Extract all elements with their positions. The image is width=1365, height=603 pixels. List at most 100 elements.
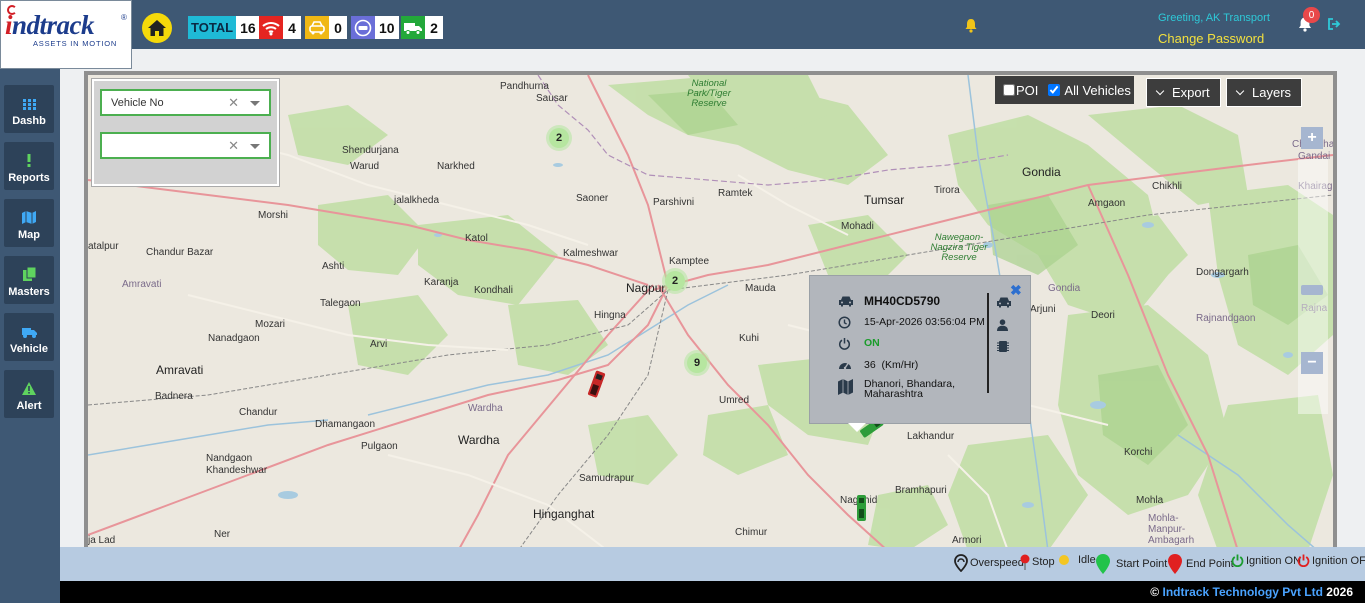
warning-icon xyxy=(22,382,36,395)
map-label-ramtek: Ramtek xyxy=(718,188,753,199)
map-label-bramhapuri: Bramhapuri xyxy=(895,485,947,496)
sidebar-item-dashboard[interactable]: Dashb xyxy=(4,85,54,133)
legend-overspeed-label: Overspeed xyxy=(970,557,1024,569)
logo-text: indtrack xyxy=(5,10,95,40)
map-label-mozari: Mozari xyxy=(255,319,286,330)
popup-speed: 36 (Km/Hr) xyxy=(864,359,918,371)
sidebar-item-masters[interactable]: Masters xyxy=(4,256,54,304)
clear-icon[interactable]: ✕ xyxy=(228,95,239,111)
change-password-link[interactable]: Change Password xyxy=(1158,31,1264,46)
map-label-korchi: Korchi xyxy=(1124,447,1153,458)
map-label-tirora: Tirora xyxy=(934,185,960,196)
notification-badge: 0 xyxy=(1303,7,1320,23)
map-label-arvi: Arvi xyxy=(370,339,388,350)
sidebar-item-label: Reports xyxy=(8,172,50,184)
stat-no-data[interactable]: 10 xyxy=(351,16,399,39)
taxi-icon xyxy=(305,16,329,39)
zoom-in-button[interactable]: + xyxy=(1301,127,1323,149)
legend-stop-label: Stop xyxy=(1032,556,1055,568)
map-label-katol: Katol xyxy=(465,233,488,244)
clear-icon[interactable]: ✕ xyxy=(228,138,239,154)
speedometer-icon xyxy=(839,363,851,370)
map-label-wardha-district: Wardha xyxy=(468,403,503,414)
all-vehicles-checkbox[interactable] xyxy=(1048,84,1061,96)
secondary-select[interactable]: ✕ xyxy=(100,132,271,159)
zoom-slider-handle[interactable] xyxy=(1301,285,1323,295)
popup-vehicle-detail-icon[interactable] xyxy=(996,296,1012,311)
layers-button[interactable]: Layers xyxy=(1226,78,1303,107)
map-toggle-box: POI All Vehicles xyxy=(995,76,1134,104)
map-label-nanadgaon: Nanadgaon xyxy=(208,333,260,344)
home-icon xyxy=(148,20,166,36)
map-container[interactable]: Pandhurna Sausar National Park/Tiger Res… xyxy=(84,71,1337,547)
legend-ignition-off-label: Ignition OFF xyxy=(1312,554,1365,567)
popup-ignition-status: ON xyxy=(864,337,880,349)
legend-idle: Idle xyxy=(1058,554,1096,566)
bell-icon[interactable] xyxy=(964,18,978,36)
poi-checkbox[interactable] xyxy=(1003,84,1015,96)
chevron-down-icon xyxy=(1235,86,1245,95)
map-label-gondia-district: Gondia xyxy=(1048,283,1081,294)
map-label-gondia: Gondia xyxy=(1022,165,1061,179)
map-label-mohla: Mohla xyxy=(1136,495,1164,506)
map-label-saoner: Saoner xyxy=(576,193,609,204)
logo-tagline: ASSETS IN MOTION xyxy=(33,39,118,48)
legend-ignition-on-label: Ignition ON xyxy=(1246,554,1302,567)
map-label-karanja: Karanja xyxy=(424,277,459,288)
chevron-down-icon[interactable] xyxy=(250,144,260,149)
stat-stopped[interactable]: 2 xyxy=(401,16,443,39)
sidebar-item-reports[interactable]: Reports xyxy=(4,142,54,190)
footer-year: 2026 xyxy=(1326,585,1353,599)
sidebar-item-vehicle[interactable]: Vehicle xyxy=(4,313,54,361)
map-label-chandur-bazar: Chandur Bazar xyxy=(146,247,214,258)
logout-icon[interactable] xyxy=(1327,17,1341,34)
chevron-down-icon[interactable] xyxy=(250,101,260,106)
power-on-icon xyxy=(1231,554,1244,567)
cluster-marker[interactable]: 2 xyxy=(665,271,685,291)
map-label-samudrapur: Samudrapur xyxy=(579,473,635,484)
map-icon xyxy=(838,379,853,395)
footer-company-link[interactable]: Indtrack Technology Pvt Ltd xyxy=(1162,585,1322,599)
popup-vehicle-no: MH40CD5790 xyxy=(864,294,941,308)
map-label-achalpur: atalpur xyxy=(88,241,119,252)
legend-end-point-label: End Point xyxy=(1186,558,1234,570)
stat-moving[interactable]: 4 xyxy=(259,16,301,39)
map-label-deori: Deori xyxy=(1091,310,1115,321)
cluster-marker[interactable]: 2 xyxy=(549,128,569,148)
sidebar-item-alert[interactable]: Alert xyxy=(4,370,54,418)
map-label-badnera: Badnera xyxy=(155,391,193,402)
poi-label: POI xyxy=(1016,82,1039,98)
brand-logo[interactable]: indtrack ® ASSETS IN MOTION xyxy=(0,0,132,69)
overspeed-icon xyxy=(954,554,968,572)
map-label-kalmeshwar: Kalmeshwar xyxy=(563,248,619,259)
chip-icon xyxy=(997,341,1009,352)
map-label-umred: Umred xyxy=(719,395,750,406)
vehicle-no-select[interactable]: Vehicle No ✕ xyxy=(100,89,271,116)
stat-idle[interactable]: 0 xyxy=(305,16,347,39)
idle-dot-icon xyxy=(1059,555,1069,565)
legend-start-point-label: Start Point xyxy=(1116,558,1168,570)
map-label-chandur: Chandur xyxy=(239,407,278,418)
popup-driver-icon[interactable] xyxy=(997,319,1008,334)
vehicle-marker-green-nagbhid[interactable] xyxy=(857,495,866,524)
export-button[interactable]: Export xyxy=(1146,78,1221,107)
map-label-ner: Ner xyxy=(214,529,231,540)
car-icon xyxy=(997,297,1011,308)
truck-icon xyxy=(401,16,425,39)
filter-panel: Vehicle No ✕ ✕ xyxy=(91,78,280,187)
sidebar-item-map[interactable]: Map xyxy=(4,199,54,247)
cluster-marker[interactable]: 9 xyxy=(687,353,707,373)
home-button[interactable] xyxy=(142,13,172,43)
map-label-amravati-district: Amravati xyxy=(122,279,162,290)
zoom-out-button[interactable]: − xyxy=(1301,352,1323,374)
total-label: TOTAL xyxy=(188,16,237,39)
layers-label: Layers xyxy=(1252,85,1292,100)
truck-icon xyxy=(21,328,37,338)
vehicle-no-select-value: Vehicle No xyxy=(111,96,164,109)
popup-location: Dhanori, Bhandara, Maharashtra xyxy=(864,378,956,400)
legend-stop: Stop xyxy=(1020,554,1055,570)
map-label-lakhandur: Lakhandur xyxy=(907,431,955,442)
map-label-nagzira: Nawegaon-Nagzira Tiger Reserve xyxy=(930,232,988,263)
stat-total[interactable]: TOTAL 16 xyxy=(188,16,260,39)
popup-device-icon[interactable] xyxy=(997,340,1009,356)
